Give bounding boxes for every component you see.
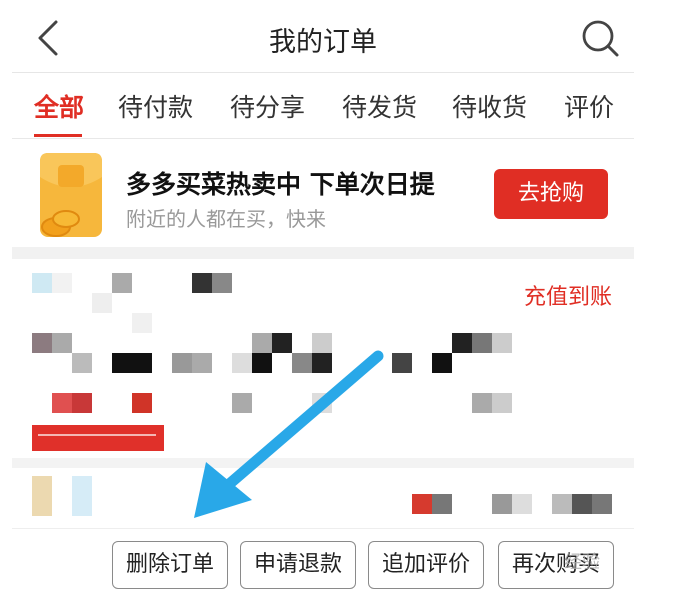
request-refund-button[interactable]: 申请退款 [240, 541, 356, 589]
pixelated-notice-banner [32, 425, 164, 451]
tab-pending-ship[interactable]: 待发货 [342, 88, 417, 124]
section-divider [12, 247, 634, 259]
tab-review[interactable]: 评价 [564, 88, 614, 124]
tab-pending-share[interactable]: 待分享 [230, 88, 305, 124]
grab-button[interactable]: 去抢购 [494, 169, 608, 219]
watermark: 经验 [564, 552, 600, 573]
tab-pending-payment[interactable]: 待付款 [118, 88, 193, 124]
order-status: 充值到账 [523, 285, 612, 310]
promo-title: 多多买菜热卖中 下单次日提 [126, 170, 435, 199]
tab-all[interactable]: 全部 [34, 88, 84, 124]
promo-subtitle: 附近的人都在买，快来 [126, 207, 326, 231]
page-title: 我的订单 [269, 27, 377, 58]
order-tabs: 全部 待付款 待分享 待发货 待收货 评价 [12, 72, 634, 139]
section-divider [12, 458, 634, 468]
pixelated-order-content [32, 476, 612, 516]
order-actions: 删除订单 申请退款 追加评价 再次购买 [12, 528, 634, 601]
search-icon[interactable] [580, 18, 620, 58]
order-screen: 我的订单 全部 待付款 待分享 待发货 待收货 评价 多多买菜热卖中 下单次日提… [12, 0, 634, 606]
order-card-secondary[interactable] [12, 470, 634, 526]
promo-banner[interactable]: 多多买菜热卖中 下单次日提 附近的人都在买，快来 去抢购 [12, 139, 634, 247]
top-bar: 我的订单 [12, 0, 634, 73]
active-tab-indicator [34, 134, 82, 137]
order-card[interactable]: 充值到账 [12, 259, 634, 459]
tab-pending-receive[interactable]: 待收货 [452, 88, 527, 124]
red-envelope-coins-icon [40, 153, 102, 237]
add-review-button[interactable]: 追加评价 [368, 541, 484, 589]
delete-order-button[interactable]: 删除订单 [112, 541, 228, 589]
